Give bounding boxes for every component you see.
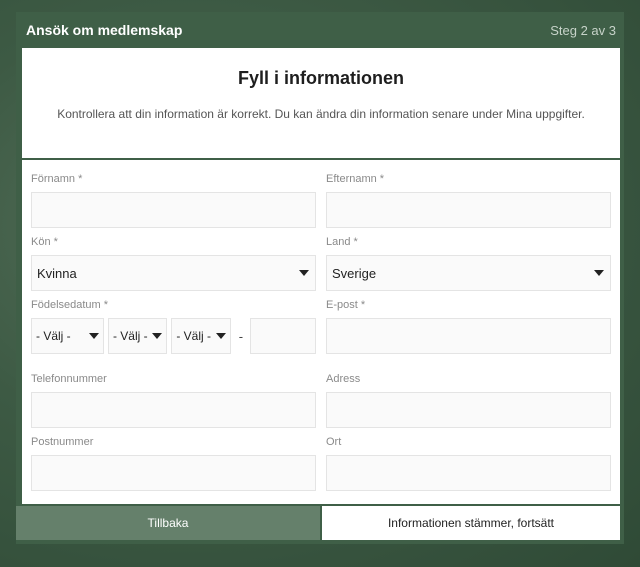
address-input[interactable] (326, 392, 611, 428)
birth-year-selected: - Välj - (36, 329, 71, 343)
membership-modal: Ansök om medlemskap Steg 2 av 3 Fyll i i… (16, 12, 624, 544)
birth-number-input[interactable] (250, 318, 316, 354)
date-separator: - (238, 328, 244, 344)
last-name-input[interactable] (326, 192, 611, 228)
gender-select[interactable]: Kvinna (31, 255, 316, 291)
postal-code-field: Postnummer (31, 435, 316, 491)
email-label: E-post * (326, 299, 366, 311)
country-label: Land * (326, 236, 358, 248)
registration-form: Förnamn * Efternamn * Kön * Kvinna Land … (22, 160, 620, 504)
country-select[interactable]: Sverige (326, 255, 611, 291)
country-selected: Sverige (332, 265, 377, 281)
address-label: Adress (326, 373, 361, 385)
back-button[interactable]: Tillbaka (16, 506, 320, 540)
intro-title: Fyll i informationen (237, 68, 404, 88)
caret-down-icon (215, 333, 226, 339)
last-name-field: Efternamn * (326, 172, 611, 228)
birthdate-label: Födelsedatum * (31, 299, 109, 311)
continue-button[interactable]: Informationen stämmer, fortsätt (322, 506, 620, 540)
gender-field: Kön * Kvinna (31, 235, 316, 291)
phone-input[interactable] (31, 392, 316, 428)
email-input[interactable] (326, 318, 611, 354)
birth-year-select[interactable]: - Välj - (31, 318, 104, 354)
phone-field: Telefonnummer (31, 372, 316, 428)
birth-month-selected: - Välj - (112, 329, 148, 343)
city-field: Ort (326, 435, 611, 491)
caret-down-icon (299, 270, 309, 276)
address-field: Adress (326, 372, 611, 428)
caret-down-icon (152, 333, 163, 339)
phone-label: Telefonnummer (31, 373, 107, 385)
modal-footer: Tillbaka Informationen stämmer, fortsätt (16, 506, 624, 544)
caret-down-icon (88, 333, 99, 339)
birth-day-select[interactable]: - Välj - (171, 318, 231, 354)
intro-panel: Fyll i informationen Kontrollera att din… (22, 48, 620, 158)
city-input[interactable] (326, 455, 611, 491)
birth-month-select[interactable]: - Välj - (107, 318, 168, 354)
step-indicator: Steg 2 av 3 (550, 22, 616, 38)
city-label: Ort (326, 436, 342, 448)
modal-header: Ansök om medlemskap Steg 2 av 3 (16, 12, 624, 48)
postal-code-label: Postnummer (31, 436, 94, 448)
gender-label: Kön * (31, 236, 58, 248)
first-name-field: Förnamn * (31, 172, 316, 228)
birthdate-row: - Välj - - Välj - - Välj - - (31, 318, 316, 354)
last-name-label: Efternamn * (326, 173, 385, 185)
country-field: Land * Sverige (326, 235, 611, 291)
first-name-input[interactable] (31, 192, 316, 228)
first-name-label: Förnamn * (31, 173, 83, 185)
birthdate-field: Födelsedatum * - Välj - - Välj - - Välj … (31, 298, 316, 354)
email-field: E-post * (326, 298, 611, 354)
postal-code-input[interactable] (31, 455, 316, 491)
modal-title: Ansök om medlemskap (26, 22, 183, 38)
intro-text: Kontrollera att din information är korre… (57, 107, 585, 121)
gender-selected: Kvinna (37, 265, 77, 281)
birth-day-selected: - Välj - (176, 329, 212, 343)
caret-down-icon (594, 270, 604, 276)
